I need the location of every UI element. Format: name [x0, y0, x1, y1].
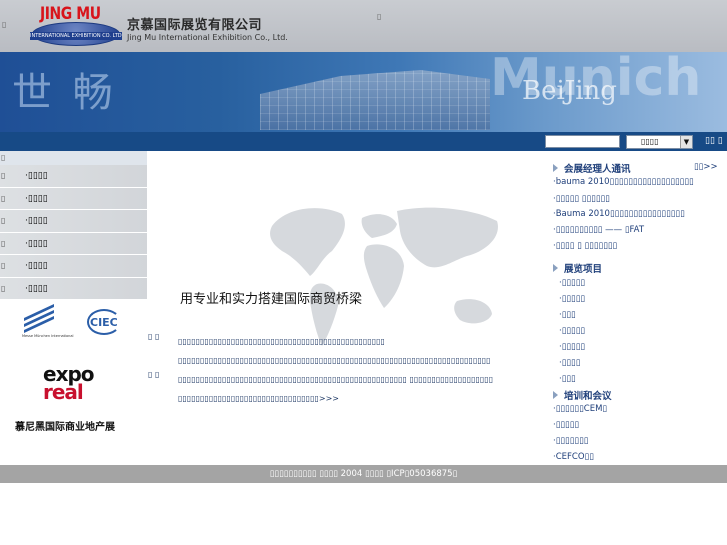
main-content: 用专业和实力搭建国际商贸桥梁 ▯ ▯ ▯▯▯▯▯▯▯▯▯▯▯▯▯▯▯▯▯▯▯▯▯…	[147, 151, 547, 465]
search-category-select[interactable]: ▯▯▯▯ ▼	[626, 135, 693, 149]
exhibition-hall-image	[260, 70, 490, 130]
paragraph-mark: ▯ ▯	[148, 332, 160, 341]
banner-beijing-text: BeiJing	[522, 76, 617, 106]
triangle-right-icon	[553, 264, 558, 272]
hero-banner: 世 畅 Munich BeiJing	[0, 52, 727, 132]
sidebar-item-5[interactable]: ▯ ·▯▯▯▯	[0, 255, 147, 278]
bullet-icon: ▯	[1, 193, 6, 203]
intro-line-4: ▯▯▯▯▯▯▯▯▯▯▯▯▯▯▯▯▯▯▯▯▯▯▯▯▯▯▯▯▯▯▯▯>>>	[178, 389, 339, 408]
sidebar-item-label[interactable]: ·▯▯▯▯	[25, 233, 48, 255]
projects-title-text: 展览项目	[564, 264, 603, 275]
training-title-text: 培训和会议	[564, 391, 612, 402]
tagline: 用专业和实力搭建国际商贸桥梁	[180, 292, 363, 307]
header-left-glyph: ▯	[2, 20, 7, 29]
jingmu-logo[interactable]: INTERNATIONAL EXHIBITION CO. LTD. JING M…	[30, 4, 122, 48]
left-sidebar: ▯ ▯ ·▯▯▯▯ ▯ ·▯▯▯▯ ▯ ·▯▯▯▯ ▯ ·▯▯▯▯ ▯ ·▯▯▯…	[0, 151, 147, 465]
intro-line-3: ▯▯▯▯▯▯▯▯▯▯▯▯▯▯▯▯▯▯▯▯▯▯▯▯▯▯▯▯▯▯▯▯▯▯▯▯▯▯▯▯…	[178, 375, 494, 384]
sidebar-item-4[interactable]: ▯ ·▯▯▯▯	[0, 232, 147, 255]
sidebar-item-label[interactable]: ·▯▯▯▯	[25, 210, 48, 232]
newsletter-item[interactable]: ·▯▯▯▯▯▯▯▯▯▯ —— ▯FAT	[553, 225, 644, 235]
header-right-glyph: ▯	[377, 12, 382, 21]
project-item[interactable]: ·▯▯▯▯▯	[559, 342, 585, 352]
messe-muenchen-caption: Messe München International	[22, 334, 74, 338]
newsletter-item[interactable]: ·▯▯▯▯ ▯ ▯▯▯▯▯▯▯	[553, 241, 617, 251]
search-button[interactable]: ▯▯ ▯	[705, 136, 723, 146]
sidebar-item-3[interactable]: ▯ ·▯▯▯▯	[0, 210, 147, 233]
project-item[interactable]: ·▯▯▯▯▯	[559, 294, 585, 304]
expo-real-caption[interactable]: 慕尼黑国际商业地产展	[15, 418, 115, 433]
banner-calligraphy: 世 畅	[12, 70, 117, 116]
newsletter-section-title: 会展经理人通讯	[553, 161, 631, 175]
sidebar-item-2[interactable]: ▯ ·▯▯▯▯	[0, 187, 147, 210]
training-item[interactable]: ·▯▯▯▯▯▯CEM▯	[553, 404, 607, 414]
ciec-logo[interactable]: CIEC	[85, 309, 125, 337]
intro-line-1: ▯▯▯▯▯▯▯▯▯▯▯▯▯▯▯▯▯▯▯▯▯▯▯▯▯▯▯▯▯▯▯▯▯▯▯▯▯▯▯▯…	[178, 337, 385, 346]
site-footer: ▯▯▯▯▯▯▯▯▯▯ ▯▯▯▯ 2004 ▯▯▯▯ ▯ICP▯05036875▯	[0, 465, 727, 483]
triangle-right-icon	[553, 391, 558, 399]
sidebar-item-label[interactable]: ·▯▯▯▯	[25, 278, 48, 300]
sidebar-item-6[interactable]: ▯ ·▯▯▯▯	[0, 277, 147, 300]
logo-band-text: INTERNATIONAL EXHIBITION CO. LTD.	[30, 32, 122, 40]
ciec-logo-text: CIEC	[90, 316, 118, 329]
company-name-en: Jing Mu International Exhibition Co., Lt…	[127, 33, 288, 42]
newsletter-title-text: 会展经理人通讯	[564, 164, 631, 175]
site-header: INTERNATIONAL EXHIBITION CO. LTD. JING M…	[0, 0, 727, 52]
newsletter-item[interactable]: ·▯▯▯▯▯ ▯▯▯▯▯▯	[553, 194, 610, 204]
expo-real-line2: real	[43, 380, 84, 404]
chevron-down-icon[interactable]: ▼	[680, 136, 692, 148]
expo-real-logo[interactable]: expo real	[43, 364, 105, 404]
search-input[interactable]	[545, 135, 620, 148]
intro-line-4-text: ▯▯▯▯▯▯▯▯▯▯▯▯▯▯▯▯▯▯▯▯▯▯▯▯▯▯▯▯▯▯▯▯	[178, 394, 319, 403]
paragraph-mark: ▯ ▯	[148, 370, 160, 379]
search-bar: ▯▯▯▯ ▼ ▯▯ ▯	[0, 132, 727, 151]
triangle-right-icon	[553, 164, 558, 172]
newsletter-item[interactable]: ·Bauma 2010▯▯▯▯▯▯▯▯▯▯▯▯▯▯▯▯	[553, 209, 685, 219]
bullet-icon: ▯	[1, 261, 6, 270]
training-item[interactable]: ·CEFCO▯▯	[553, 452, 594, 462]
project-item[interactable]: ·▯▯▯▯▯	[559, 326, 585, 336]
partner-logos: Messe München International CIEC expo re…	[0, 299, 147, 465]
sidebar-header: ▯	[0, 151, 147, 165]
read-more-link[interactable]: >>>	[319, 394, 339, 403]
search-category-value: ▯▯▯▯	[641, 137, 659, 146]
project-item[interactable]: ·▯▯▯	[559, 374, 576, 384]
sidebar-item-label[interactable]: ·▯▯▯▯	[25, 188, 48, 210]
intro-line-2: ▯▯▯▯▯▯▯▯▯▯▯▯▯▯▯▯▯▯▯▯▯▯▯▯▯▯▯▯▯▯▯▯▯▯▯▯▯▯▯▯…	[178, 356, 491, 365]
newsletter-item[interactable]: ·bauma 2010▯▯▯▯▯▯▯▯▯▯▯▯▯▯▯▯▯▯	[553, 177, 694, 187]
bullet-icon: ▯	[1, 216, 6, 225]
projects-section-title: 展览项目	[553, 261, 602, 275]
bullet-icon: ▯	[1, 238, 6, 248]
right-sidebar: 会展经理人通讯 ▯▯>> ·bauma 2010▯▯▯▯▯▯▯▯▯▯▯▯▯▯▯▯…	[547, 151, 727, 465]
training-item[interactable]: ·▯▯▯▯▯▯▯	[553, 436, 588, 446]
training-item[interactable]: ·▯▯▯▯▯	[553, 420, 579, 430]
bullet-icon: ▯	[1, 171, 6, 180]
sidebar-header-glyph: ▯	[1, 153, 6, 162]
sidebar-item-label[interactable]: ·▯▯▯▯	[25, 165, 48, 187]
project-item[interactable]: ·▯▯▯▯▯	[559, 278, 585, 288]
newsletter-more-link[interactable]: ▯▯>>	[694, 162, 718, 172]
training-section-title: 培训和会议	[553, 388, 612, 402]
project-item[interactable]: ·▯▯▯	[559, 310, 576, 320]
logo-brand-text: JING MU	[40, 4, 101, 24]
messe-muenchen-logo[interactable]: Messe München International	[22, 304, 74, 341]
sidebar-item-1[interactable]: ▯ ·▯▯▯▯	[0, 165, 147, 188]
project-item[interactable]: ·▯▯▯▯	[559, 358, 580, 368]
sidebar-item-label[interactable]: ·▯▯▯▯	[25, 255, 48, 277]
bullet-icon: ▯	[1, 283, 6, 293]
company-name-cn: 京慕国际展览有限公司	[127, 18, 263, 33]
